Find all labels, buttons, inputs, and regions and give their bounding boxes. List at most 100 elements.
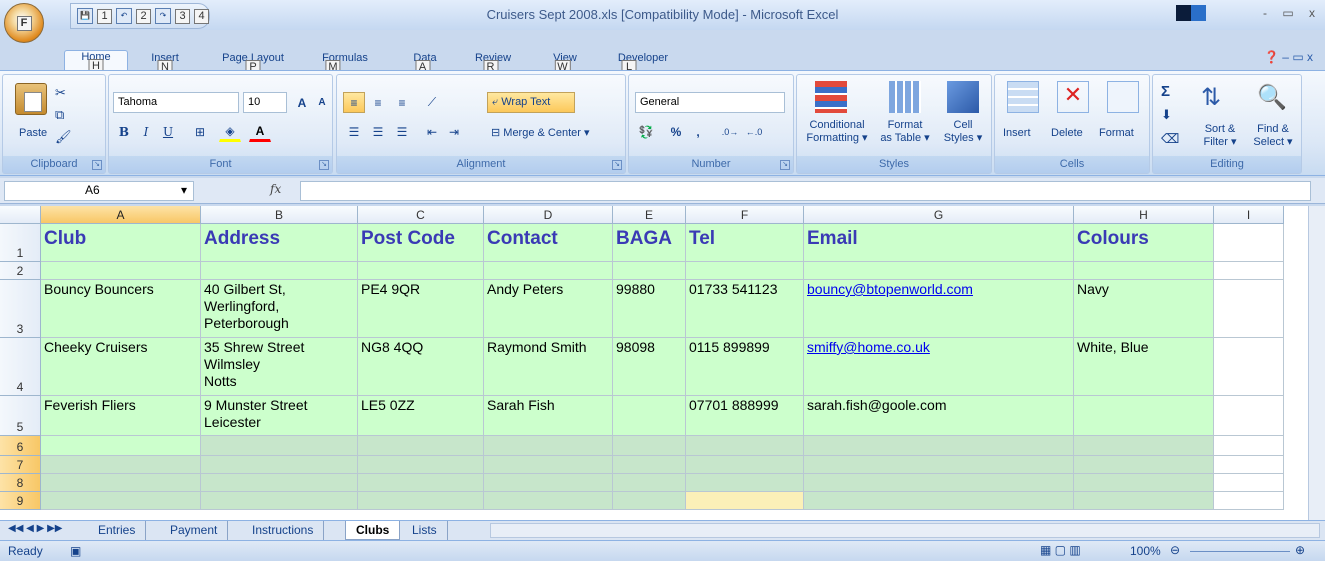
align-top-icon[interactable]: ≡ [343,92,365,113]
cell-b4[interactable]: 35 Shrew Street Wilmsley Notts [201,338,358,396]
clear-icon[interactable]: ⌫ [1161,131,1179,147]
sheet-tab-payment[interactable]: Payment [160,521,229,540]
horizontal-scrollbar[interactable] [490,523,1320,538]
cell-b5[interactable]: 9 Munster Street Leicester [201,396,358,436]
zoom-slider[interactable] [1190,551,1290,552]
row-header-2[interactable]: 2 [0,262,41,280]
cell-a5[interactable]: Feverish Fliers [41,396,201,436]
cell-f9[interactable] [686,492,804,510]
tab-formulas[interactable]: Formulas M [315,52,375,75]
row-header-5[interactable]: 5 [0,396,41,436]
cell-i4[interactable] [1214,338,1284,396]
macro-record-icon[interactable]: ▣ [70,544,81,558]
cell-b7[interactable] [201,456,358,474]
column-header-a[interactable]: A [41,206,201,224]
copy-icon[interactable]: ⧉ [55,107,64,123]
cell-h9[interactable] [1074,492,1214,510]
paste-button[interactable]: Paste [19,127,47,139]
cell-h1[interactable]: Colours [1074,224,1214,262]
cell-i8[interactable] [1214,474,1284,492]
sheet-tab-lists[interactable]: Lists [402,521,448,540]
cell-c8[interactable] [358,474,484,492]
find-binoculars-icon[interactable]: 🔍 [1257,83,1287,112]
cell-h4[interactable]: White, Blue [1074,338,1214,396]
cell-b1[interactable]: Address [201,224,358,262]
cell-a2[interactable] [41,262,201,280]
cell-i1[interactable] [1214,224,1284,262]
cell-e7[interactable] [613,456,686,474]
format-as-table-button[interactable]: Format as Table ▾ [873,119,937,145]
tab-view[interactable]: View W [540,52,590,75]
format-table-icon[interactable] [889,81,921,113]
cut-icon[interactable]: ✂ [55,85,66,101]
underline-button[interactable]: U [157,121,179,142]
cell-a6[interactable] [41,436,201,456]
cell-h7[interactable] [1074,456,1214,474]
cell-g1[interactable]: Email [804,224,1074,262]
cell-g6[interactable] [804,436,1074,456]
cell-b8[interactable] [201,474,358,492]
column-header-b[interactable]: B [201,206,358,224]
cell-g8[interactable] [804,474,1074,492]
sheet-tab-clubs[interactable]: Clubs [345,521,401,540]
italic-button[interactable]: I [135,121,157,142]
wrap-text-button[interactable]: ⤶ Wrap Text [487,92,575,113]
decrease-indent-icon[interactable]: ⇤ [421,121,443,142]
cell-g5[interactable]: sarah.fish@goole.com [804,396,1074,436]
fill-icon[interactable]: ⬇ [1161,107,1172,123]
cell-i7[interactable] [1214,456,1284,474]
number-format-select[interactable]: General [635,92,785,113]
cell-b2[interactable] [201,262,358,280]
cell-h2[interactable] [1074,262,1214,280]
cell-c4[interactable]: NG8 4QQ [358,338,484,396]
align-bottom-icon[interactable]: ≡ [391,92,413,113]
zoom-level[interactable]: 100% [1130,544,1161,558]
cell-d6[interactable] [484,436,613,456]
conditional-formatting-icon[interactable] [815,81,847,113]
cell-g7[interactable] [804,456,1074,474]
row-header-6[interactable]: 6 [0,436,41,456]
cell-h6[interactable] [1074,436,1214,456]
cell-d4[interactable]: Raymond Smith [484,338,613,396]
zoom-out-icon[interactable]: ⊖ [1170,543,1180,557]
cell-e6[interactable] [613,436,686,456]
cell-c1[interactable]: Post Code [358,224,484,262]
orientation-icon[interactable]: ⟋ [421,92,443,113]
cell-f7[interactable] [686,456,804,474]
cell-f6[interactable] [686,436,804,456]
cell-b9[interactable] [201,492,358,510]
align-middle-icon[interactable]: ≡ [367,92,389,113]
conditional-formatting-button[interactable]: Conditional Formatting ▾ [801,119,873,145]
autosum-button[interactable]: Σ [1161,83,1170,100]
office-button[interactable]: F [4,3,44,43]
cell-f5[interactable]: 07701 888999 [686,396,804,436]
column-header-h[interactable]: H [1074,206,1214,224]
cell-e2[interactable] [613,262,686,280]
sheet-tab-instructions[interactable]: Instructions [242,521,325,540]
borders-icon[interactable]: ⊞ [189,121,211,142]
sort-filter-icon[interactable]: ⇅ [1201,83,1221,112]
cell-d7[interactable] [484,456,613,474]
cell-i9[interactable] [1214,492,1284,510]
cell-d1[interactable]: Contact [484,224,613,262]
comma-button[interactable]: , [687,121,709,142]
cell-g2[interactable] [804,262,1074,280]
cell-c5[interactable]: LE5 0ZZ [358,396,484,436]
sheet-tab-entries[interactable]: Entries [88,521,147,540]
cell-a4[interactable]: Cheeky Cruisers [41,338,201,396]
font-name-select[interactable]: Tahoma [113,92,239,113]
paste-icon[interactable] [15,83,47,115]
cell-e4[interactable]: 98098 [613,338,686,396]
tab-data[interactable]: Data A [400,52,450,75]
name-box-dropdown-icon[interactable]: ▾ [181,183,187,197]
column-header-f[interactable]: F [686,206,804,224]
cell-d2[interactable] [484,262,613,280]
cell-b3[interactable]: 40 Gilbert St, Werlingford, Peterborough [201,280,358,338]
cell-f1[interactable]: Tel [686,224,804,262]
formula-input[interactable] [300,181,1311,201]
cell-c6[interactable] [358,436,484,456]
column-header-e[interactable]: E [613,206,686,224]
number-launcher-icon[interactable]: ↘ [780,160,790,170]
increase-indent-icon[interactable]: ⇥ [443,121,465,142]
cell-e9[interactable] [613,492,686,510]
